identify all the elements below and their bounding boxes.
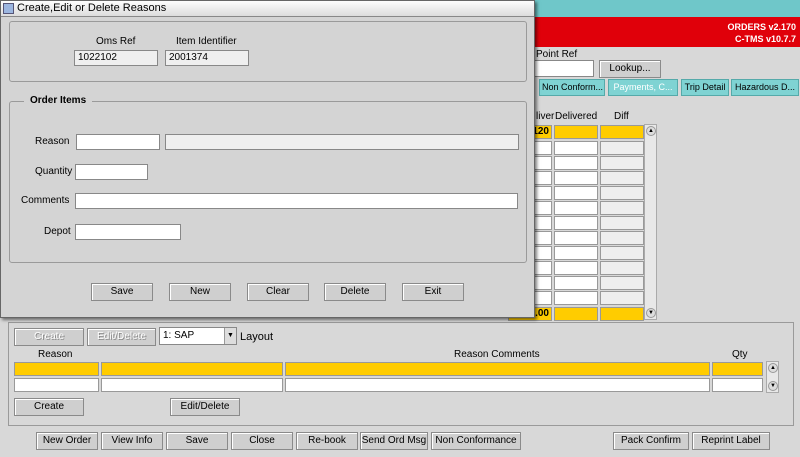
reference-group: Oms Ref 1022102 Item Identifier 2001374	[9, 21, 527, 82]
item-identifier-field: 2001374	[165, 50, 249, 66]
grid-cell[interactable]	[554, 231, 598, 245]
grid-cell[interactable]	[600, 246, 644, 260]
save-order-button[interactable]: Save	[166, 432, 228, 450]
rebook-button[interactable]: Re-book	[296, 432, 358, 450]
layout-label: Layout	[240, 331, 274, 343]
grid-total-diff	[600, 307, 644, 321]
close-button[interactable]: Close	[231, 432, 293, 450]
depot-label: Depot	[44, 226, 71, 237]
reason-input[interactable]	[76, 134, 160, 150]
comments-label: Comments	[21, 195, 70, 206]
scroll-down-icon[interactable]: ▼	[768, 381, 778, 391]
non-conformance-button[interactable]: Non Conformance	[431, 432, 521, 450]
orders-version: ORDERS v2.170	[727, 22, 796, 32]
grid-cell[interactable]	[554, 171, 598, 185]
chevron-down-icon[interactable]: ▼	[224, 328, 236, 344]
grid-cell[interactable]	[600, 171, 644, 185]
save-button[interactable]: Save	[91, 283, 153, 301]
grid-cell[interactable]	[554, 276, 598, 290]
tab-payments[interactable]: Payments, C...	[608, 79, 678, 96]
reasons-cell[interactable]	[101, 362, 283, 376]
grid-cell[interactable]	[554, 261, 598, 275]
oms-ref-label: Oms Ref	[96, 36, 136, 47]
grid-cell[interactable]	[600, 231, 644, 245]
grid-cell[interactable]	[554, 291, 598, 305]
grid-cell[interactable]	[554, 246, 598, 260]
new-order-button[interactable]: New Order	[36, 432, 98, 450]
reason-label: Reason	[35, 136, 70, 147]
dialog-title: Create,Edit or Delete Reasons	[17, 2, 167, 14]
reasons-cell[interactable]	[285, 362, 710, 376]
tab-hazardous[interactable]: Hazardous D...	[731, 79, 799, 96]
quantity-label: Quantity	[35, 166, 73, 177]
lookup-button[interactable]: Lookup...	[599, 60, 661, 78]
reprint-label-button[interactable]: Reprint Label	[692, 432, 770, 450]
reasons-header-comments: Reason Comments	[454, 349, 540, 360]
view-info-button[interactable]: View Info	[101, 432, 163, 450]
tab-trip-detail[interactable]: Trip Detail	[681, 79, 729, 96]
grid-header-diff: Diff	[614, 111, 629, 122]
reason-description-field	[165, 134, 519, 150]
reasons-cell[interactable]	[101, 378, 283, 392]
exit-button[interactable]: Exit	[402, 283, 464, 301]
new-button[interactable]: New	[169, 283, 231, 301]
layout-select-value: 1: SAP	[163, 330, 195, 341]
scroll-up-icon[interactable]: ▲	[768, 363, 778, 373]
reasons-cell[interactable]	[14, 378, 99, 392]
grid-cell[interactable]	[554, 201, 598, 215]
grid-cell[interactable]	[554, 186, 598, 200]
tab-non-conformance[interactable]: Non Conform...	[539, 79, 605, 96]
delete-button[interactable]: Delete	[324, 283, 386, 301]
grid-cell[interactable]	[554, 216, 598, 230]
grid-cell[interactable]	[600, 276, 644, 290]
grid-cell[interactable]	[600, 141, 644, 155]
reasons-cell[interactable]	[712, 378, 763, 392]
grid-scrollbar[interactable]: ▲ ▼	[644, 124, 657, 320]
create-button[interactable]: Create	[14, 398, 84, 416]
grid-cell[interactable]	[554, 156, 598, 170]
app-window-icon	[3, 3, 14, 14]
grid-total-delivered	[554, 307, 598, 321]
point-ref-input[interactable]	[532, 60, 594, 77]
create-top-button[interactable]: Create	[14, 328, 84, 346]
reasons-cell[interactable]	[712, 362, 763, 376]
edit-delete-button[interactable]: Edit/Delete	[170, 398, 240, 416]
grid-cell[interactable]	[600, 156, 644, 170]
point-ref-label: Point Ref	[536, 49, 578, 60]
comments-input[interactable]	[75, 193, 518, 209]
ctms-version: C-TMS v10.7.7	[734, 34, 796, 44]
grid-cell[interactable]	[554, 141, 598, 155]
grid-cell[interactable]	[600, 201, 644, 215]
scroll-up-icon[interactable]: ▲	[646, 126, 656, 136]
send-ord-msg-button[interactable]: Send Ord Msg	[360, 432, 428, 450]
scroll-down-icon[interactable]: ▼	[646, 308, 656, 318]
grid-cell[interactable]	[600, 291, 644, 305]
order-items-label: Order Items	[24, 95, 93, 106]
grid-cell[interactable]	[600, 125, 644, 139]
reasons-dialog: Create,Edit or Delete Reasons Oms Ref 10…	[0, 0, 535, 318]
reasons-cell[interactable]	[285, 378, 710, 392]
grid-cell[interactable]	[600, 186, 644, 200]
grid-header-delivered: Delivered	[555, 111, 598, 122]
reasons-header-reason: Reason	[38, 349, 73, 360]
layout-select[interactable]: 1: SAP ▼	[159, 327, 237, 345]
grid-cell[interactable]	[600, 216, 644, 230]
item-identifier-label: Item Identifier	[176, 36, 237, 47]
dialog-title-bar[interactable]: Create,Edit or Delete Reasons	[1, 1, 534, 17]
edit-delete-top-button[interactable]: Edit/Delete	[87, 328, 156, 346]
grid-cell[interactable]	[600, 261, 644, 275]
depot-input[interactable]	[75, 224, 181, 240]
order-items-group: Order Items Reason Quantity Comments Dep…	[9, 95, 527, 263]
reasons-scrollbar[interactable]: ▲ ▼	[766, 361, 779, 393]
pack-confirm-button[interactable]: Pack Confirm	[613, 432, 689, 450]
grid-cell[interactable]	[554, 125, 598, 139]
reasons-cell[interactable]	[14, 362, 99, 376]
reasons-header-qty: Qty	[732, 349, 748, 360]
quantity-input[interactable]	[75, 164, 148, 180]
clear-button[interactable]: Clear	[247, 283, 309, 301]
oms-ref-field: 1022102	[74, 50, 158, 66]
grid-header-deliver: liver	[536, 111, 555, 122]
